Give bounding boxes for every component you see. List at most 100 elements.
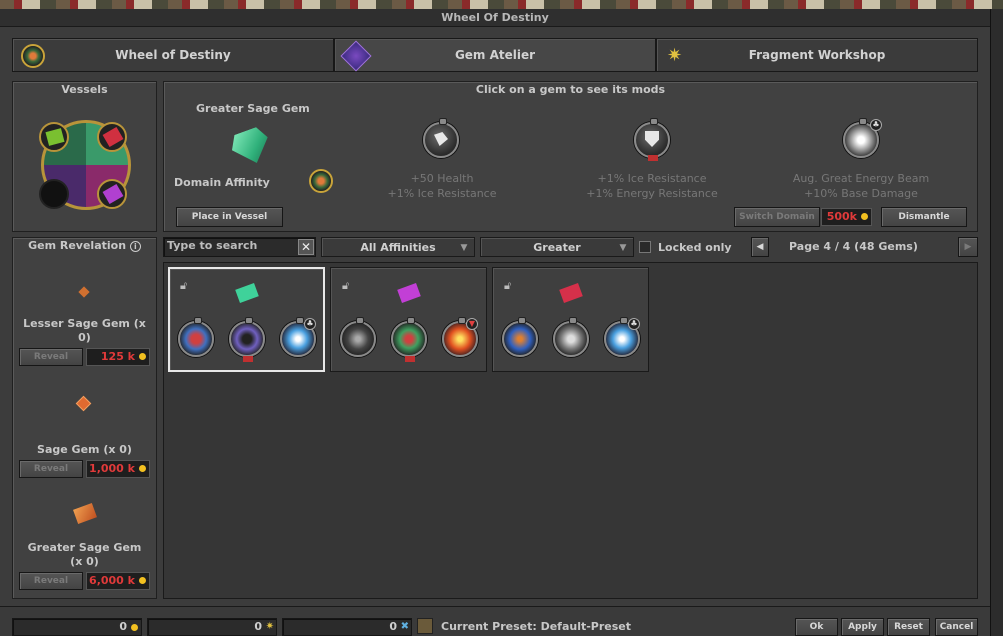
clear-search-icon[interactable]: ✕ <box>298 239 314 255</box>
vessel-socket-purple[interactable] <box>97 179 127 209</box>
counter-2: 0 ✷ <box>147 618 277 636</box>
unlocked-icon[interactable]: 🔓︎ <box>342 279 349 293</box>
down-arrow-badge-icon: ▼ <box>466 318 478 330</box>
place-in-vessel-button[interactable]: Place in Vessel <box>176 207 283 227</box>
selected-gem-icon <box>227 125 274 170</box>
tab-fragment-workshop[interactable]: ✷ Fragment Workshop <box>656 38 978 72</box>
wheel-icon <box>21 44 45 68</box>
gem-card-2[interactable]: 🔓︎ ▼ <box>330 267 487 372</box>
counter-3: 0 ✖ <box>282 618 412 636</box>
gold-coin-icon <box>139 353 146 360</box>
vessel-socket-empty[interactable] <box>39 179 69 209</box>
tab-wheel-of-destiny[interactable]: Wheel of Destiny <box>12 38 334 72</box>
gold-coin-icon <box>131 624 138 631</box>
augment-badge-icon: ♣ <box>870 119 882 131</box>
cancel-button[interactable]: Cancel <box>935 618 978 636</box>
detail-gem-name: Greater Sage Gem <box>196 102 310 115</box>
augment-badge-icon: ♣ <box>628 318 640 330</box>
chevron-down-icon: ▼ <box>619 243 627 253</box>
shield-icon <box>634 118 670 158</box>
counter-3-value: 0 <box>389 620 397 633</box>
vessels-panel: Vessels <box>12 81 157 232</box>
side-game-panel <box>990 9 1003 636</box>
mod-3-line2: +10% Base Damage <box>804 187 918 200</box>
unlocked-icon[interactable]: 🔓︎ <box>180 279 187 293</box>
lesser-price-value: 125 k <box>100 350 135 363</box>
counter-1-value: 0 <box>119 620 127 633</box>
tab-label: Fragment Workshop <box>748 48 886 62</box>
counter-1: 0 <box>12 618 142 636</box>
locked-only-checkbox[interactable] <box>639 241 651 253</box>
greater-price: 6,000 k <box>86 572 150 590</box>
window-title: Wheel Of Destiny <box>441 11 549 24</box>
gem-atelier-icon <box>340 40 372 72</box>
tab-gem-atelier[interactable]: Gem Atelier <box>334 38 656 72</box>
unlocked-icon[interactable]: 🔓︎ <box>504 279 511 293</box>
sage-gem-icon <box>75 395 92 412</box>
domain-affinity-label: Domain Affinity <box>174 176 270 189</box>
reset-button[interactable]: Reset <box>887 618 930 636</box>
reveal-lesser-button[interactable]: Reveal <box>19 348 83 366</box>
greater-gem-icon <box>73 503 97 524</box>
revelation-title: Gem Revelation i <box>13 239 156 252</box>
fragment-icon: ✷ <box>667 45 683 66</box>
page-info: Page 4 / 4 (48 Gems) <box>789 240 918 253</box>
prev-page-button[interactable]: ◀ <box>751 237 769 257</box>
preset-icon[interactable] <box>417 618 433 634</box>
switch-domain-button[interactable]: Switch Domain <box>734 207 820 227</box>
shield-icon <box>553 317 589 357</box>
gem-card-3[interactable]: 🔓︎ ♣ <box>492 267 649 372</box>
mod-marker <box>405 356 415 362</box>
dismantle-button[interactable]: Dismantle <box>881 207 967 227</box>
apply-button[interactable]: Apply <box>841 618 884 636</box>
sage-price-value: 1,000 k <box>89 462 135 475</box>
locked-only-label: Locked only <box>658 241 732 254</box>
tab-label: Wheel of Destiny <box>115 48 231 62</box>
sage-gem-name: Sage Gem (x 0) <box>37 443 132 456</box>
gem-detail-panel: Click on a gem to see its mods Greater S… <box>163 81 978 232</box>
switch-price: 500k <box>821 208 872 226</box>
gem-purple-icon <box>397 283 421 303</box>
reveal-sage-button[interactable]: Reveal <box>19 460 83 478</box>
gold-coin-icon <box>139 577 146 584</box>
gem-card-1[interactable]: 🔓︎ ♣ <box>168 267 325 372</box>
heart-shield-icon <box>178 317 214 357</box>
search-placeholder: Type to search <box>167 239 258 252</box>
current-preset: Current Preset: Default-Preset <box>441 620 632 633</box>
mod-1-line1: +50 Health <box>410 172 474 185</box>
affinity-value: All Affinities <box>360 240 436 254</box>
info-icon[interactable]: i <box>129 241 141 252</box>
window-title-bar[interactable]: Wheel Of Destiny <box>0 9 990 27</box>
mod-1-line2: +1% Ice Resistance <box>387 187 497 200</box>
fragment-small-icon: ✷ <box>265 621 274 632</box>
lesser-gem-name: Lesser Sage Gem (x 0) <box>23 317 146 344</box>
search-input[interactable]: Type to search ✕ <box>163 237 316 257</box>
shield-icon <box>229 317 265 357</box>
next-page-button[interactable]: ▶ <box>958 237 978 257</box>
ok-button[interactable]: Ok <box>795 618 838 636</box>
switch-price-value: 500k <box>826 210 857 223</box>
gem-red-icon <box>559 283 583 303</box>
sword-icon <box>340 317 376 357</box>
affinity-dropdown[interactable]: All Affinities ▼ <box>321 237 475 257</box>
tab-label: Gem Atelier <box>454 48 536 62</box>
vessel-socket-red[interactable] <box>97 122 127 152</box>
mod-2-marker <box>648 155 658 161</box>
mod-marker <box>243 356 253 362</box>
game-world-strip <box>0 0 1003 9</box>
reveal-greater-button[interactable]: Reveal <box>19 572 83 590</box>
gem-revelation-panel: Gem Revelation i Lesser Sage Gem (x 0) R… <box>12 237 157 599</box>
augment-badge-icon: ♣ <box>304 318 316 330</box>
gem-green-icon <box>235 283 259 303</box>
greater-price-value: 6,000 k <box>89 574 135 587</box>
counter-2-value: 0 <box>254 620 262 633</box>
mod-2-line2: +1% Energy Resistance <box>586 187 718 200</box>
detail-header: Click on a gem to see its mods <box>475 83 666 96</box>
vessel-socket-green[interactable] <box>39 122 69 152</box>
cross-fragment-icon: ✖ <box>400 621 409 632</box>
quality-dropdown[interactable]: Greater ▼ <box>480 237 634 257</box>
revelation-title-text: Gem Revelation <box>28 239 127 252</box>
gold-coin-icon <box>139 465 146 472</box>
greater-gem-name: Greater Sage Gem (x 0) <box>27 541 142 568</box>
quality-value: Greater <box>533 240 581 254</box>
